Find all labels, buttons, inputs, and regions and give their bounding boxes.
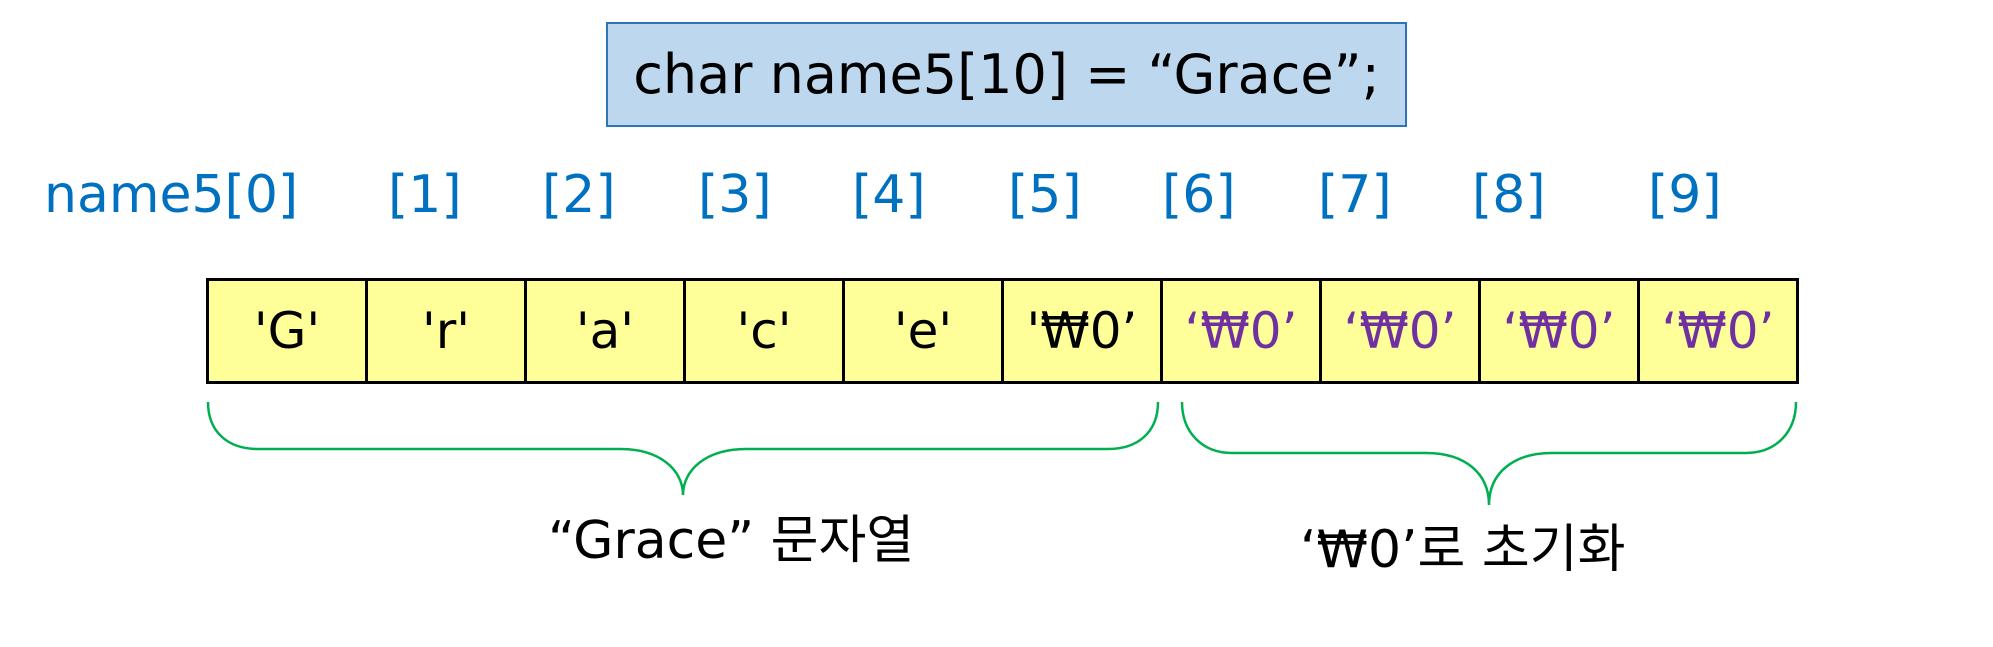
string-brace-label: “Grace” 문자열 (548, 511, 915, 571)
string-brace (206, 401, 1160, 496)
braces-layer (206, 401, 1798, 506)
fill-brace-label: ‘₩0’로 초기화 (1300, 520, 1626, 580)
fill-brace (1180, 401, 1798, 506)
